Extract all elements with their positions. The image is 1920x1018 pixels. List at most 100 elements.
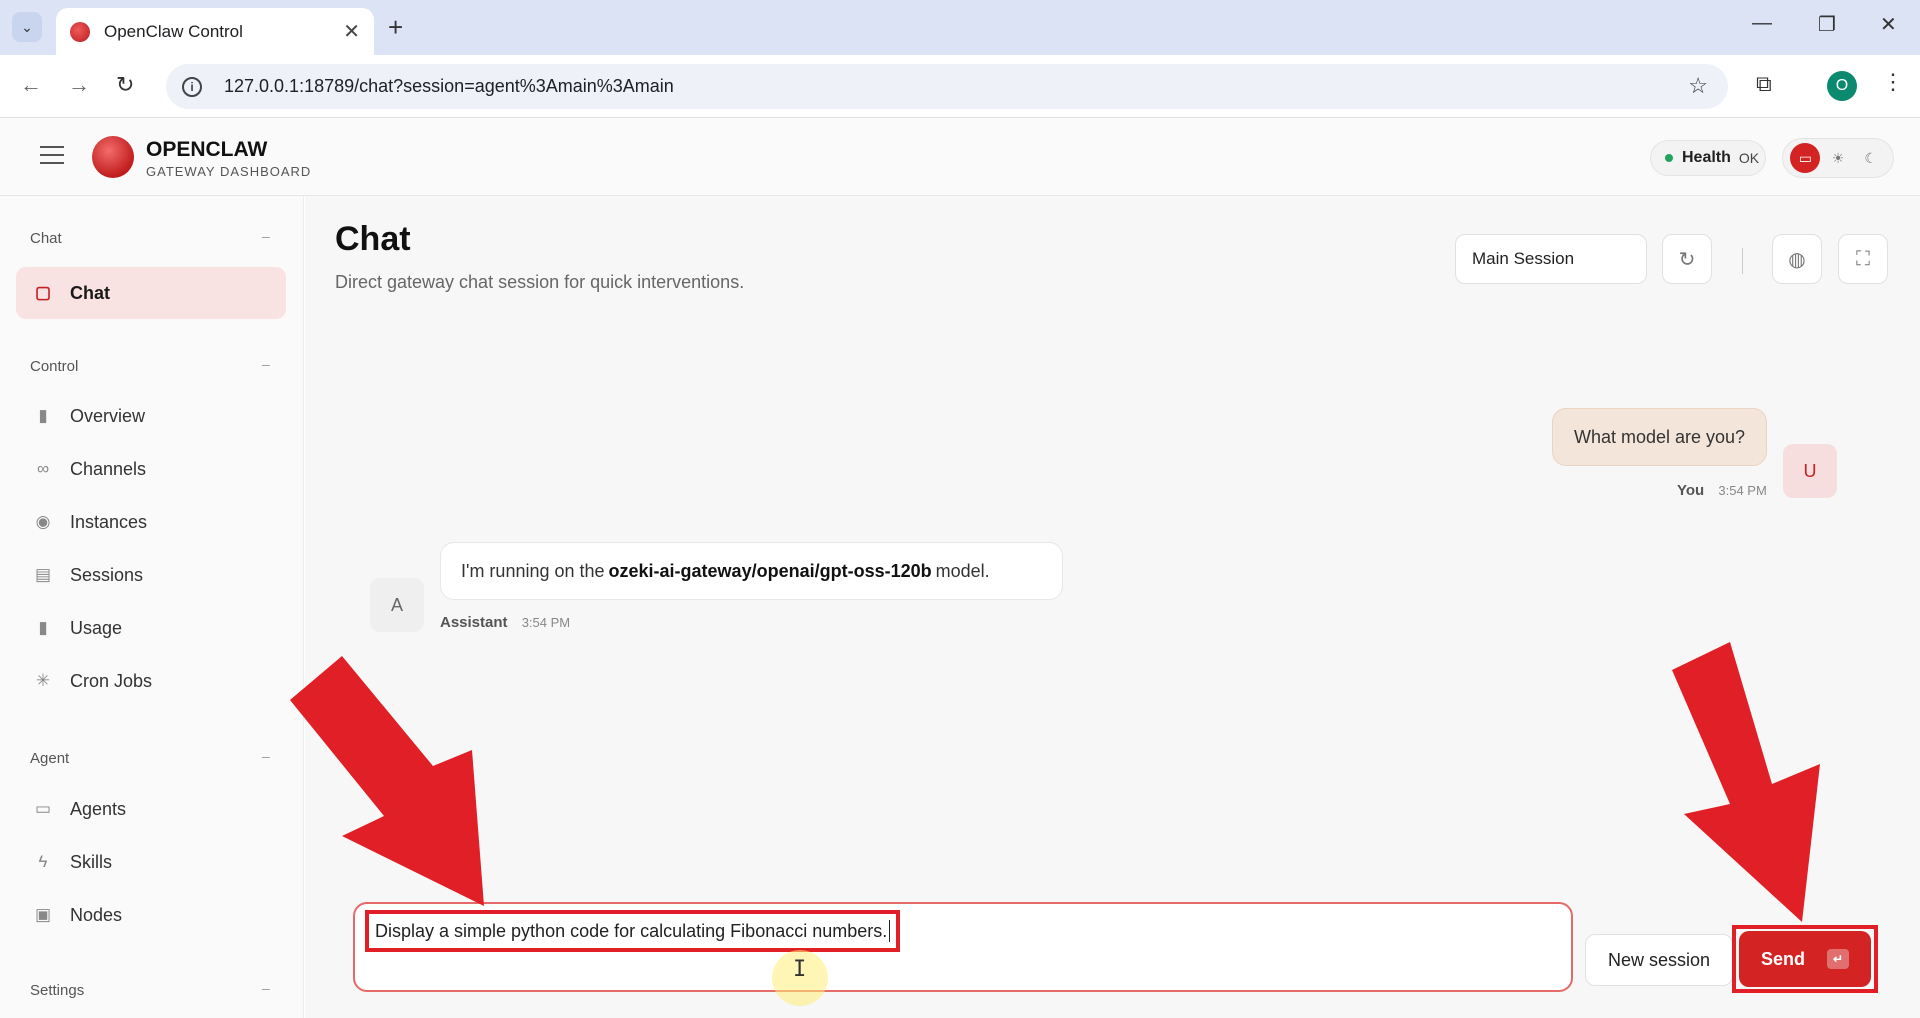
sidebar-section-chat: Chat bbox=[30, 230, 62, 247]
session-select[interactable]: Main Session bbox=[1455, 234, 1647, 284]
forward-icon[interactable]: → bbox=[68, 72, 90, 98]
collapse-icon[interactable]: – bbox=[262, 980, 270, 996]
sidebar-section-settings: Settings bbox=[30, 982, 85, 999]
sidebar-item-label: Cron Jobs bbox=[70, 670, 153, 691]
monitor-icon: ▣ bbox=[34, 905, 52, 924]
sidebar-item-label: Skills bbox=[70, 851, 113, 872]
collapse-icon[interactable]: – bbox=[262, 228, 270, 244]
sidebar-item-label: Usage bbox=[70, 617, 123, 638]
health-value: OK bbox=[1738, 150, 1760, 166]
health-dot-icon bbox=[1665, 154, 1673, 162]
sidebar-item-label: Nodes bbox=[70, 904, 123, 925]
sidebar-item-cron-jobs[interactable]: ✳ Cron Jobs bbox=[16, 655, 286, 707]
assistant-text: I'm running on the bbox=[461, 560, 605, 581]
tab-search-chevron-icon[interactable]: ⌄ bbox=[12, 12, 42, 42]
model-name: ozeki-ai-gateway/openai/gpt-oss-120b bbox=[608, 560, 932, 581]
message-author: Assistant bbox=[440, 614, 508, 631]
message-author: You bbox=[1677, 482, 1705, 499]
new-tab-icon[interactable]: + bbox=[388, 12, 403, 43]
browser-toolbar: ← → ↻ i 127.0.0.1:18789/chat?session=age… bbox=[0, 55, 1920, 118]
minimize-icon[interactable]: — bbox=[1752, 12, 1772, 35]
app-header: OPENCLAW GATEWAY DASHBOARD Health OK ▭ ☀… bbox=[0, 118, 1920, 196]
browser-menu-icon[interactable]: ⋮ bbox=[1882, 69, 1904, 95]
browser-tab[interactable]: OpenClaw Control ✕ bbox=[56, 8, 374, 55]
hamburger-menu-icon[interactable] bbox=[40, 146, 64, 164]
profile-avatar[interactable]: O bbox=[1827, 71, 1857, 101]
sidebar-item-label: Overview bbox=[70, 405, 146, 426]
sidebar-item-skills[interactable]: ϟ Skills bbox=[16, 836, 286, 888]
light-theme-sun-icon[interactable]: ☀ bbox=[1823, 143, 1853, 173]
document-icon: ▤ bbox=[34, 565, 52, 584]
collapse-icon[interactable]: – bbox=[262, 748, 270, 764]
address-bar[interactable]: i 127.0.0.1:18789/chat?session=agent%3Am… bbox=[166, 64, 1728, 109]
new-session-button[interactable]: New session bbox=[1585, 934, 1733, 986]
brain-icon[interactable]: ◍ bbox=[1772, 234, 1822, 284]
page-title: Chat bbox=[335, 220, 411, 258]
folder-icon: ▭ bbox=[34, 799, 52, 818]
loader-icon: ✳ bbox=[35, 671, 51, 690]
assistant-avatar: A bbox=[370, 578, 424, 632]
back-icon[interactable]: ← bbox=[20, 72, 42, 98]
user-avatar: U bbox=[1783, 444, 1837, 498]
assistant-message-bubble: I'm running on the ozeki-ai-gateway/open… bbox=[440, 542, 1063, 600]
text-cursor-icon: I bbox=[793, 957, 807, 982]
assistant-message-meta: Assistant 3:54 PM bbox=[440, 614, 570, 631]
sidebar-item-nodes[interactable]: ▣ Nodes bbox=[16, 889, 286, 941]
chat-main: Chat Direct gateway chat session for qui… bbox=[305, 196, 1920, 1018]
extensions-icon[interactable]: ⧉ bbox=[1756, 71, 1772, 97]
broadcast-icon: ◉ bbox=[35, 512, 51, 531]
assistant-text-end: model. bbox=[935, 560, 990, 581]
message-input[interactable]: Display a simple python code for calcula… bbox=[353, 902, 1573, 992]
sidebar: Chat – ▢ Chat Control – ▮ Overview ∞ Cha… bbox=[0, 196, 304, 1018]
message-time: 3:54 PM bbox=[521, 615, 571, 630]
health-status-badge: Health OK bbox=[1650, 140, 1766, 176]
sidebar-section-control: Control bbox=[30, 358, 79, 375]
message-time: 3:54 PM bbox=[1718, 483, 1767, 498]
bookmark-star-icon[interactable]: ☆ bbox=[1688, 73, 1708, 99]
sidebar-item-label: Chat bbox=[70, 282, 110, 303]
openclaw-favicon-icon bbox=[70, 21, 90, 42]
sidebar-item-agents[interactable]: ▭ Agents bbox=[16, 783, 286, 835]
sidebar-item-usage[interactable]: ▮ Usage bbox=[16, 602, 286, 654]
tab-close-icon[interactable]: ✕ bbox=[343, 19, 360, 44]
tab-title: OpenClaw Control bbox=[104, 21, 243, 41]
toolbar-divider bbox=[1742, 248, 1743, 274]
sidebar-item-sessions[interactable]: ▤ Sessions bbox=[16, 549, 286, 601]
user-message-meta: You 3:54 PM bbox=[1677, 482, 1767, 499]
link-icon: ∞ bbox=[36, 459, 50, 478]
enter-key-icon: ↵ bbox=[1827, 949, 1849, 969]
browser-tab-bar: ⌄ OpenClaw Control ✕ + — ❐ ✕ bbox=[0, 0, 1920, 55]
sidebar-item-chat[interactable]: ▢ Chat bbox=[16, 267, 286, 319]
sidebar-item-overview[interactable]: ▮ Overview bbox=[16, 390, 286, 442]
user-message-bubble: What model are you? bbox=[1552, 408, 1767, 466]
system-theme-monitor-icon[interactable]: ▭ bbox=[1790, 143, 1821, 173]
message-icon: ▢ bbox=[34, 283, 52, 302]
focus-mode-icon[interactable]: ⛶ bbox=[1838, 234, 1888, 284]
sidebar-item-instances[interactable]: ◉ Instances bbox=[16, 496, 286, 548]
theme-switcher: ▭ ☀ ☾ bbox=[1782, 138, 1894, 178]
dark-theme-moon-icon[interactable]: ☾ bbox=[1856, 143, 1886, 173]
sidebar-item-label: Agents bbox=[70, 798, 127, 819]
refresh-icon[interactable]: ↻ bbox=[1662, 234, 1712, 284]
send-label: Send bbox=[1760, 948, 1805, 969]
message-input-value[interactable]: Display a simple python code for calcula… bbox=[375, 921, 887, 942]
site-info-icon[interactable]: i bbox=[182, 76, 202, 97]
openclaw-logo-icon bbox=[92, 136, 134, 178]
lightning-icon: ϟ bbox=[38, 852, 48, 871]
brand-title: OPENCLAW bbox=[146, 138, 268, 161]
bar-chart-icon: ▮ bbox=[38, 618, 48, 637]
brand-subtitle: GATEWAY DASHBOARD bbox=[146, 164, 312, 179]
sidebar-item-label: Instances bbox=[70, 511, 148, 532]
highlight-box: Display a simple python code for calcula… bbox=[365, 910, 901, 952]
sidebar-item-label: Sessions bbox=[70, 564, 144, 585]
reload-icon[interactable]: ↻ bbox=[116, 72, 134, 98]
window-close-icon[interactable]: ✕ bbox=[1880, 12, 1897, 37]
sidebar-item-channels[interactable]: ∞ Channels bbox=[16, 443, 286, 495]
send-button[interactable]: Send ↵ bbox=[1739, 931, 1871, 987]
text-caret bbox=[889, 920, 891, 942]
restore-icon[interactable]: ❐ bbox=[1818, 12, 1836, 37]
sidebar-section-agent: Agent bbox=[30, 750, 70, 767]
collapse-icon[interactable]: – bbox=[262, 356, 270, 372]
url-text[interactable]: 127.0.0.1:18789/chat?session=agent%3Amai… bbox=[224, 76, 674, 97]
bar-chart-icon: ▮ bbox=[38, 406, 48, 425]
